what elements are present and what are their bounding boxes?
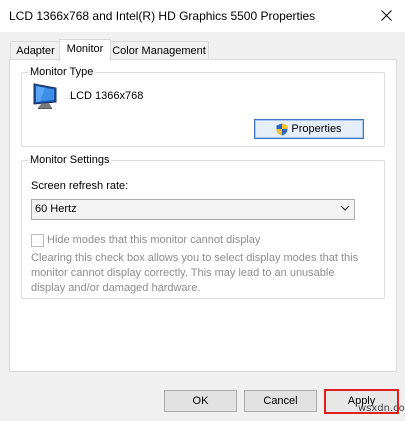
watermark: wsxdn.com xyxy=(358,403,405,414)
refresh-rate-value: 60 Hertz xyxy=(35,203,77,215)
chevron-down-icon xyxy=(340,205,350,211)
close-button[interactable] xyxy=(368,0,405,30)
hide-modes-label: Hide modes that this monitor cannot disp… xyxy=(47,234,261,246)
tab-monitor[interactable]: Monitor xyxy=(59,39,111,61)
tab-adapter[interactable]: Adapter xyxy=(10,41,61,60)
cancel-button[interactable]: Cancel xyxy=(244,390,317,412)
tab-color-management[interactable]: Color Management xyxy=(109,41,209,60)
title-bar: LCD 1366x768 and Intel(R) HD Graphics 55… xyxy=(0,0,405,32)
properties-button[interactable]: Properties xyxy=(254,119,364,139)
hide-modes-checkbox[interactable] xyxy=(31,234,44,247)
monitor-icon xyxy=(33,83,57,109)
monitor-name: LCD 1366x768 xyxy=(70,90,144,102)
ok-button[interactable]: OK xyxy=(164,390,237,412)
refresh-rate-label: Screen refresh rate: xyxy=(31,180,129,192)
properties-button-label: Properties xyxy=(291,123,342,135)
window-title: LCD 1366x768 and Intel(R) HD Graphics 55… xyxy=(9,9,316,23)
refresh-rate-select[interactable]: 60 Hertz xyxy=(31,199,355,220)
monitor-type-label: Monitor Type xyxy=(28,66,96,78)
hide-modes-description: Clearing this check box allows you to se… xyxy=(31,252,359,294)
close-icon xyxy=(381,9,392,21)
shield-icon xyxy=(276,123,288,135)
monitor-settings-label: Monitor Settings xyxy=(28,154,112,166)
